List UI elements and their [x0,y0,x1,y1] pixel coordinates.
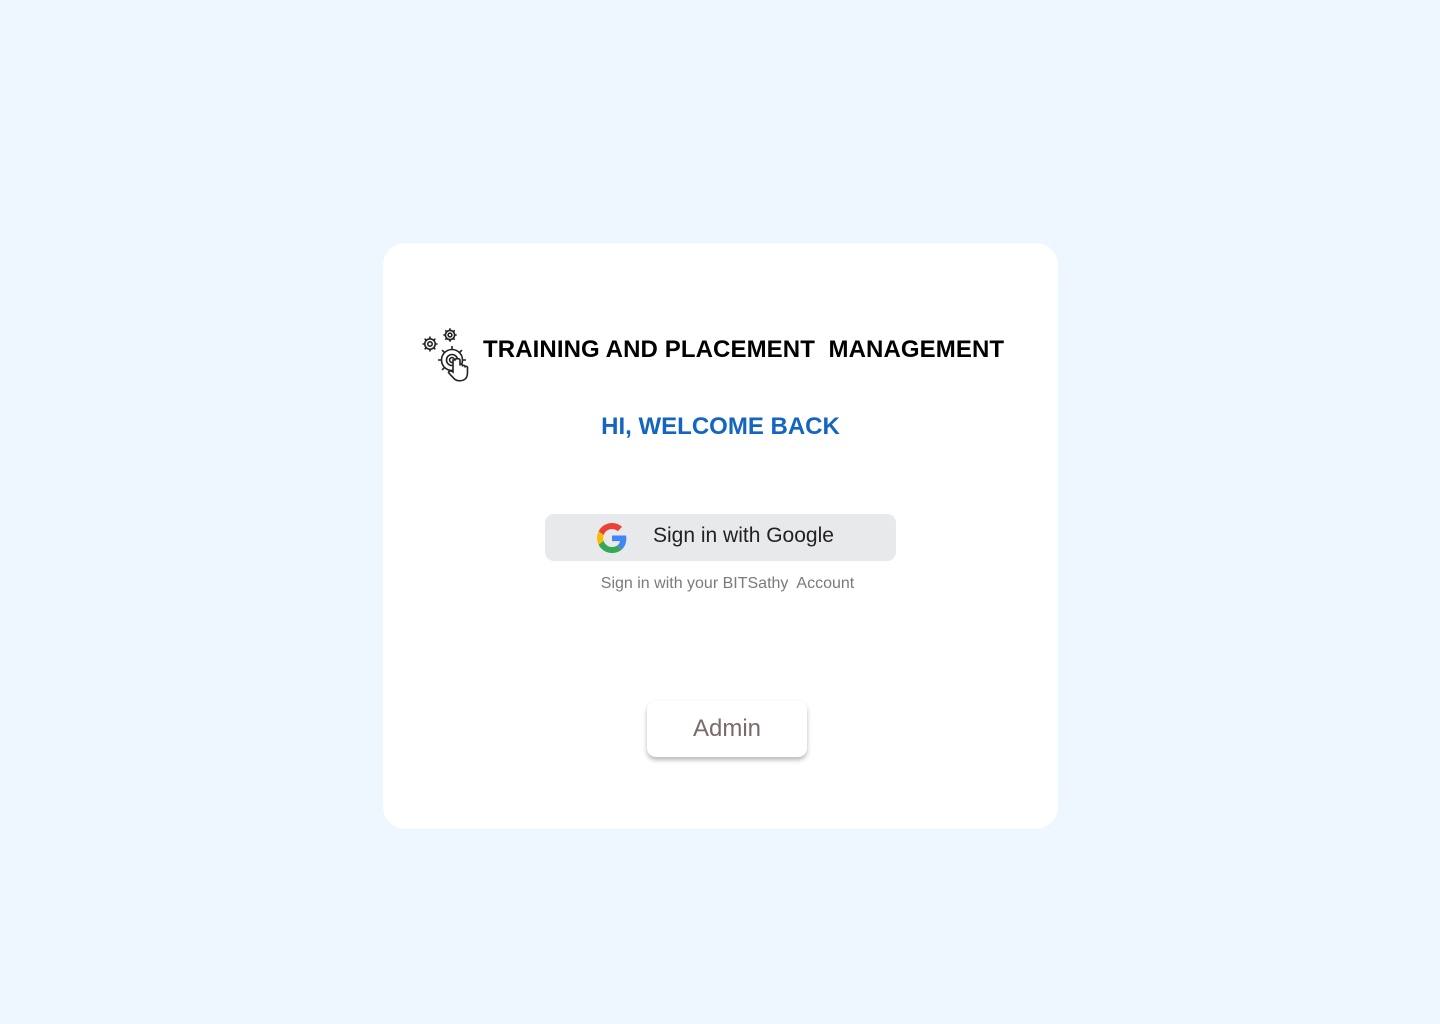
login-card: TRAINING AND PLACEMENT MANAGEMENT HI, WE… [383,243,1058,829]
google-g-icon [597,523,627,553]
admin-button[interactable]: Admin [647,701,807,757]
welcome-heading: HI, WELCOME BACK [601,413,840,440]
google-signin-button[interactable]: Sign in with Google [545,514,896,561]
signin-hint: Sign in with your BITSathy Account [600,575,855,592]
google-signin-label: Sign in with Google [653,524,834,547]
brand-header: TRAINING AND PLACEMENT MANAGEMENT [419,325,1004,383]
app-title: TRAINING AND PLACEMENT MANAGEMENT [483,336,1005,363]
gears-hand-click-icon [422,328,469,382]
